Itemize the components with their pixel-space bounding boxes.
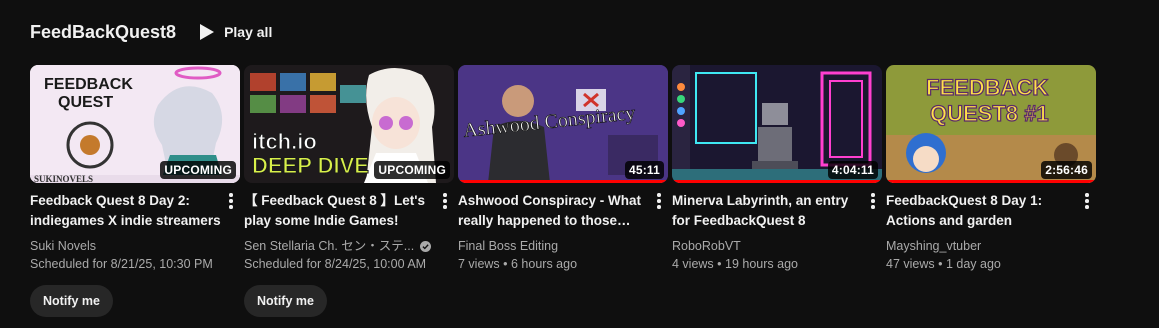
notify-me-button[interactable]: Notify me	[30, 285, 113, 317]
video-card: itch.io DEEP DIVE UPCOMING 【 Feedback Qu…	[244, 65, 454, 317]
duration-badge: 45:11	[624, 161, 664, 179]
verified-icon	[420, 240, 432, 252]
duration-badge: 2:56:46	[1041, 161, 1092, 179]
more-options-icon[interactable]	[436, 191, 454, 211]
video-stats: 4 views • 19 hours ago	[672, 257, 798, 271]
video-stats: 47 views • 1 day ago	[886, 257, 1001, 271]
video-thumbnail[interactable]: FEEDBACK QUEST SUKINOVELS UPCOMING	[30, 65, 240, 183]
video-thumbnail[interactable]: FEEDBACK QUEST8 #1 2:56:46	[886, 65, 1096, 183]
channel-label: Mayshing_vtuber	[886, 239, 982, 253]
thumb-line1: itch.io	[252, 129, 317, 154]
channel-label: RoboRobVT	[672, 239, 741, 253]
thumb-line2: DEEP DIVE	[252, 153, 369, 178]
video-title[interactable]: Minerva Labyrinth, an entry for Feedback…	[672, 191, 864, 231]
thumb-footer: SUKINOVELS	[34, 174, 93, 183]
video-meta: Ashwood Conspiracy - What really happene…	[458, 183, 668, 273]
video-card: FEEDBACK QUEST SUKINOVELS UPCOMING Feedb…	[30, 65, 240, 317]
thumb-line1: FEEDBACK	[926, 75, 1048, 100]
video-shelf: FEEDBACK QUEST SUKINOVELS UPCOMING Feedb…	[30, 65, 1096, 317]
notify-me-button[interactable]: Notify me	[244, 285, 327, 317]
shelf-title[interactable]: FeedBackQuest8	[30, 22, 176, 43]
thumb-line2: QUEST	[58, 94, 113, 111]
video-thumbnail[interactable]: Ashwood Conspiracy 45:11	[458, 65, 668, 183]
video-meta: Minerva Labyrinth, an entry for Feedback…	[672, 183, 882, 273]
channel-label: Suki Novels	[30, 239, 96, 253]
video-card: Ashwood Conspiracy 45:11 Ashwood Conspir…	[458, 65, 668, 317]
video-title[interactable]: 【 Feedback Quest 8 】Let's play some Indi…	[244, 191, 436, 231]
more-options-icon[interactable]	[864, 191, 882, 211]
duration-badge: 4:04:11	[827, 161, 878, 179]
play-all-button[interactable]: Play all	[200, 24, 272, 40]
video-meta: 【 Feedback Quest 8 】Let's play some Indi…	[244, 183, 454, 317]
play-icon	[200, 24, 215, 40]
video-stats: Scheduled for 8/21/25, 10:30 PM	[30, 257, 213, 271]
upcoming-badge: UPCOMING	[160, 161, 236, 179]
channel-label: Final Boss Editing	[458, 239, 559, 253]
video-stats: 7 views • 6 hours ago	[458, 257, 578, 271]
video-card: FEEDBACK QUEST8 #1 2:56:46 FeedbackQuest…	[886, 65, 1096, 317]
video-title[interactable]: Ashwood Conspiracy - What really happene…	[458, 191, 650, 231]
video-meta: Feedback Quest 8 Day 2: indiegames X ind…	[30, 183, 240, 317]
play-all-label: Play all	[224, 24, 273, 40]
thumb-line2: QUEST8 #1	[930, 101, 1049, 126]
channel-name[interactable]: RoboRobVT	[672, 237, 864, 255]
channel-name[interactable]: Final Boss Editing	[458, 237, 650, 255]
channel-label: Sen Stellaria Ch. セン・ステ...	[244, 239, 415, 253]
channel-name[interactable]: Sen Stellaria Ch. セン・ステ...	[244, 237, 436, 255]
shelf-header: FeedBackQuest8 Play all	[30, 18, 272, 46]
thumb-line1: FEEDBACK	[44, 76, 133, 93]
more-options-icon[interactable]	[650, 191, 668, 211]
video-title[interactable]: FeedbackQuest 8 Day 1: Actions and garde…	[886, 191, 1078, 231]
video-thumbnail[interactable]: itch.io DEEP DIVE UPCOMING	[244, 65, 454, 183]
video-stats: Scheduled for 8/24/25, 10:00 AM	[244, 257, 427, 271]
video-card: 4:04:11 Minerva Labyrinth, an entry for …	[672, 65, 882, 317]
channel-name[interactable]: Mayshing_vtuber	[886, 237, 1078, 255]
video-thumbnail[interactable]: 4:04:11	[672, 65, 882, 183]
more-options-icon[interactable]	[222, 191, 240, 211]
upcoming-badge: UPCOMING	[374, 161, 450, 179]
video-meta: FeedbackQuest 8 Day 1: Actions and garde…	[886, 183, 1096, 273]
more-options-icon[interactable]	[1078, 191, 1096, 211]
channel-name[interactable]: Suki Novels	[30, 237, 222, 255]
video-title[interactable]: Feedback Quest 8 Day 2: indiegames X ind…	[30, 191, 222, 231]
